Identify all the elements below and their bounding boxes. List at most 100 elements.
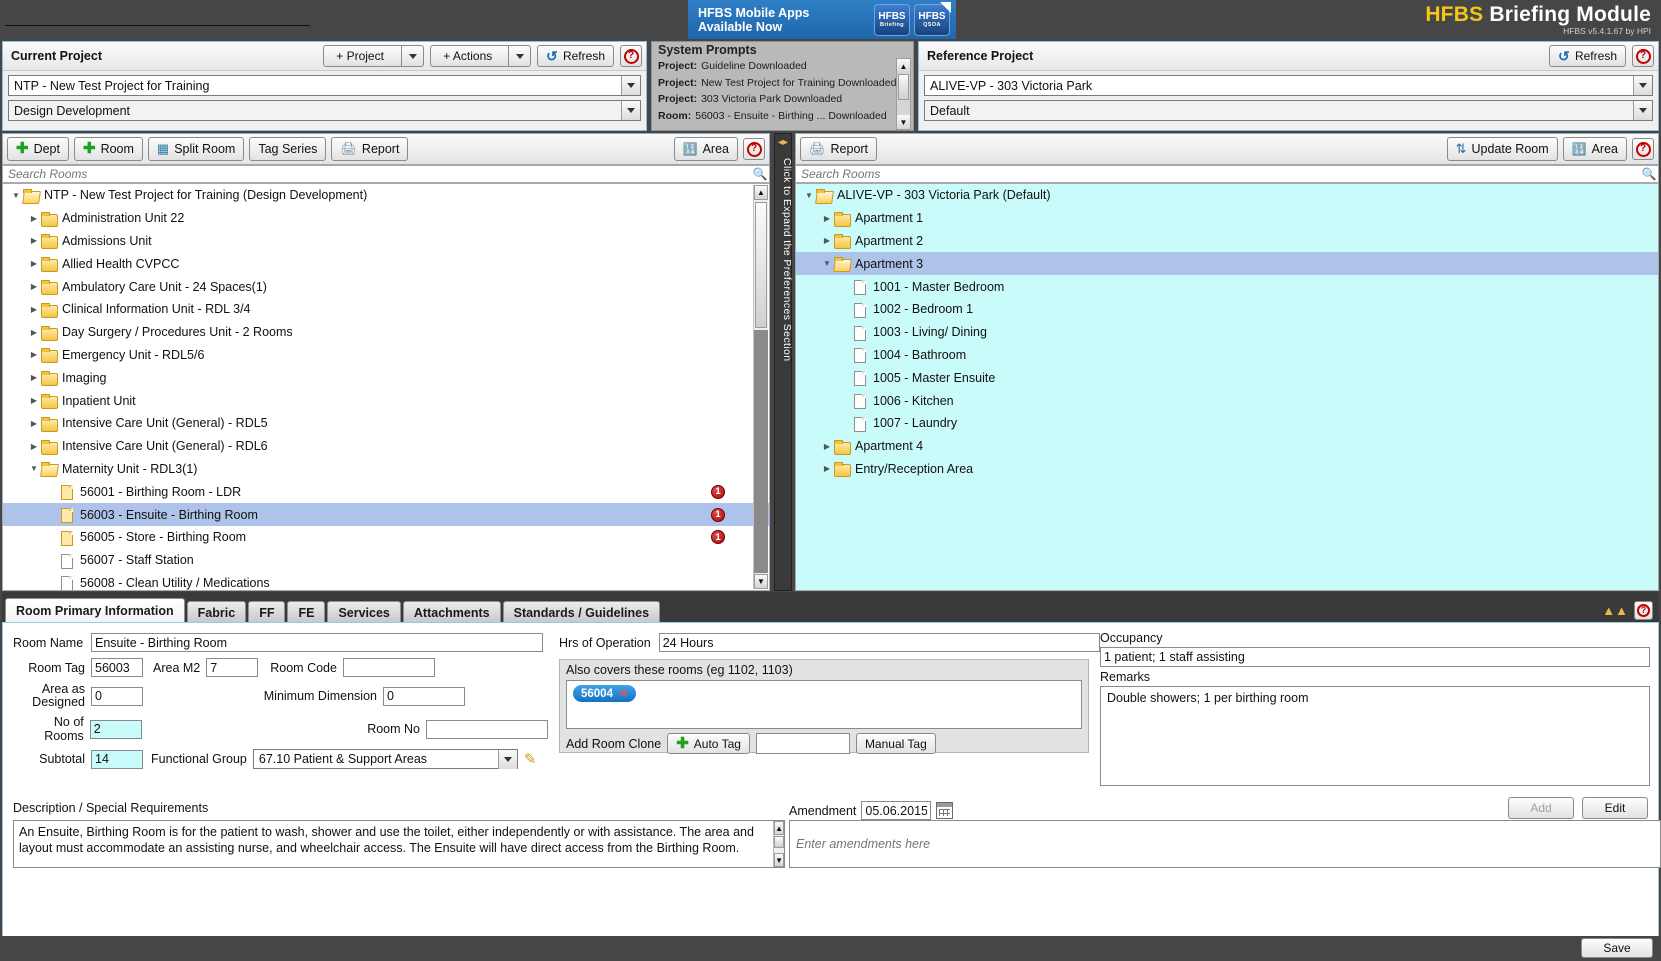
minimum-dimension-input[interactable]	[383, 686, 465, 706]
current-project-tree-node[interactable]: 56005 - Store - Birthing Room 1	[3, 526, 769, 549]
tab-services[interactable]: Services	[327, 601, 401, 623]
area-as-designed-input[interactable]	[91, 686, 143, 706]
tab-attachments[interactable]: Attachments	[402, 601, 501, 623]
current-project-tree-node[interactable]: 56003 - Ensuite - Birthing Room 1	[3, 503, 769, 526]
reference-project-refresh-button[interactable]: ↻ Refresh	[1549, 45, 1626, 67]
edit-functional-group-icon[interactable]: ✎	[524, 750, 537, 768]
manual-tag-input[interactable]	[755, 733, 850, 754]
add-project-split-button[interactable]: + Project	[323, 45, 425, 67]
hfbs-briefing-app-icon[interactable]: HFBS Briefing	[874, 3, 910, 36]
current-project-refresh-button[interactable]: ↻ Refresh	[537, 45, 614, 67]
left-tree-help-button[interactable]: ?	[743, 138, 765, 160]
calendar-icon[interactable]	[936, 802, 954, 819]
scrollbar-track[interactable]	[754, 330, 768, 573]
current-project-tree-node[interactable]: 56001 - Birthing Room - LDR 1	[3, 480, 769, 503]
add-dept-button[interactable]: ✚ Dept	[7, 137, 69, 161]
functional-group-select[interactable]: 67.10 Patient & Support Areas	[252, 749, 518, 769]
twisty-collapsed-icon[interactable]: ▶	[27, 419, 41, 428]
room-tag-input[interactable]	[91, 658, 143, 677]
add-project-button[interactable]: + Project	[323, 45, 403, 67]
reference-project-tree-node[interactable]: ▶ Apartment 4	[796, 435, 1658, 458]
hrs-of-operation-input[interactable]	[658, 633, 1100, 652]
edit-amendment-button[interactable]: Edit	[1582, 797, 1648, 819]
current-project-tree-node[interactable]: ▶ Intensive Care Unit (General) - RDL6	[3, 435, 769, 458]
system-prompts-scrollbar[interactable]: ▲ ▼	[896, 58, 911, 130]
right-tree-help-button[interactable]: ?	[1632, 138, 1654, 160]
add-actions-split-button[interactable]: + Actions	[430, 45, 532, 67]
also-covers-chip-container[interactable]: 56004 ✕	[566, 680, 1082, 729]
search-icon[interactable]: 🔍	[751, 167, 769, 181]
twisty-collapsed-icon[interactable]: ▶	[27, 214, 41, 223]
room-no-input[interactable]	[426, 719, 548, 739]
scroll-up-icon[interactable]: ▲	[774, 821, 784, 835]
twisty-collapsed-icon[interactable]: ▶	[27, 259, 41, 268]
right-search-input[interactable]	[796, 167, 1640, 181]
split-room-button[interactable]: ▦ Split Room	[147, 137, 245, 161]
functional-group-arrow[interactable]	[497, 750, 517, 769]
twisty-collapsed-icon[interactable]: ▶	[27, 373, 41, 382]
left-area-button[interactable]: 🔢 Area	[673, 137, 738, 161]
twisty-collapsed-icon[interactable]: ▶	[27, 442, 41, 451]
amendment-text-input[interactable]	[789, 820, 1661, 868]
reference-project-tree-node[interactable]: 1007 - Laundry	[796, 412, 1658, 435]
current-project-tree-node[interactable]: ▶ Imaging	[3, 366, 769, 389]
scroll-down-icon[interactable]: ▼	[754, 574, 768, 589]
reference-project-tree-node[interactable]: ▶ Apartment 1	[796, 207, 1658, 230]
search-icon[interactable]: 🔍	[1640, 167, 1658, 181]
room-name-input[interactable]	[91, 633, 543, 652]
scrollbar-thumb[interactable]	[755, 202, 767, 328]
reference-project-tree-node[interactable]: ▼ ALIVE-VP - 303 Victoria Park (Default)	[796, 184, 1658, 207]
amendment-date-input[interactable]	[861, 801, 932, 820]
twisty-collapsed-icon[interactable]: ▶	[820, 214, 834, 223]
reference-project-tree-node[interactable]: 1004 - Bathroom	[796, 344, 1658, 367]
manual-tag-button[interactable]: Manual Tag	[855, 733, 936, 754]
twisty-collapsed-icon[interactable]: ▶	[27, 282, 41, 291]
left-search-bar[interactable]: 🔍	[2, 165, 770, 183]
tab-ff[interactable]: FF	[248, 601, 286, 623]
current-project-help-button[interactable]: ?	[620, 45, 642, 67]
update-room-button[interactable]: ⇅ Update Room	[1446, 137, 1558, 161]
reference-project-help-button[interactable]: ?	[1632, 45, 1654, 67]
subtotal-input[interactable]	[91, 749, 143, 769]
left-tree-scrollbar[interactable]: ▲ ▼	[753, 185, 768, 589]
description-box[interactable]: An Ensuite, Birthing Room is for the pat…	[13, 820, 785, 868]
twisty-collapsed-icon[interactable]: ▶	[27, 396, 41, 405]
no-of-rooms-input[interactable]	[89, 719, 142, 739]
scroll-up-icon[interactable]: ▲	[897, 59, 910, 73]
current-project-select-arrow[interactable]	[621, 76, 640, 95]
scrollbar-thumb[interactable]	[774, 836, 784, 848]
close-icon[interactable]: ✕	[619, 687, 628, 700]
scroll-up-icon[interactable]: ▲	[754, 185, 768, 200]
add-actions-button[interactable]: + Actions	[430, 45, 510, 67]
reference-project-stage-select[interactable]: Default	[924, 100, 1653, 121]
right-report-button[interactable]: 🖨 Report	[800, 137, 878, 161]
add-amendment-button[interactable]: Add	[1508, 797, 1574, 819]
reference-project-tree-node[interactable]: ▶ Entry/Reception Area	[796, 458, 1658, 481]
description-scrollbar[interactable]: ▲ ▼	[773, 821, 784, 867]
twisty-collapsed-icon[interactable]: ▶	[27, 328, 41, 337]
save-button[interactable]: Save	[1581, 938, 1653, 958]
scroll-down-icon[interactable]: ▼	[897, 115, 910, 129]
twisty-collapsed-icon[interactable]: ▶	[27, 350, 41, 359]
twisty-collapsed-icon[interactable]: ▶	[820, 236, 834, 245]
current-project-tree-node[interactable]: ▶ Emergency Unit - RDL5/6	[3, 344, 769, 367]
add-room-button[interactable]: ✚ Room	[73, 137, 143, 161]
twisty-expanded-icon[interactable]: ▼	[820, 259, 834, 268]
twisty-collapsed-icon[interactable]: ▶	[820, 464, 834, 473]
tab-standards-guidelines[interactable]: Standards / Guidelines	[502, 601, 661, 623]
reference-project-tree-node[interactable]: ▶ Apartment 2	[796, 230, 1658, 253]
current-project-tree-node[interactable]: ▶ Clinical Information Unit - RDL 3/4	[3, 298, 769, 321]
detail-help-button[interactable]: ?	[1634, 601, 1653, 620]
right-area-button[interactable]: 🔢 Area	[1562, 137, 1627, 161]
room-code-input[interactable]	[342, 658, 435, 677]
reference-project-tree-node[interactable]: 1005 - Master Ensuite	[796, 366, 1658, 389]
preferences-expander[interactable]: ◂▸ Click to Expand the Preferences Secti…	[774, 133, 793, 591]
reference-project-stage-arrow[interactable]	[1633, 101, 1652, 120]
current-project-tree-node[interactable]: 56007 - Staff Station	[3, 549, 769, 572]
current-project-tree-node[interactable]: ▶ Administration Unit 22	[3, 207, 769, 230]
scrollbar-thumb[interactable]	[898, 74, 909, 100]
reference-project-select[interactable]: ALIVE-VP - 303 Victoria Park	[924, 75, 1653, 96]
room-alert-badge[interactable]: 1	[711, 507, 725, 522]
right-search-bar[interactable]: 🔍	[795, 165, 1659, 183]
reference-project-tree-node[interactable]: 1006 - Kitchen	[796, 389, 1658, 412]
